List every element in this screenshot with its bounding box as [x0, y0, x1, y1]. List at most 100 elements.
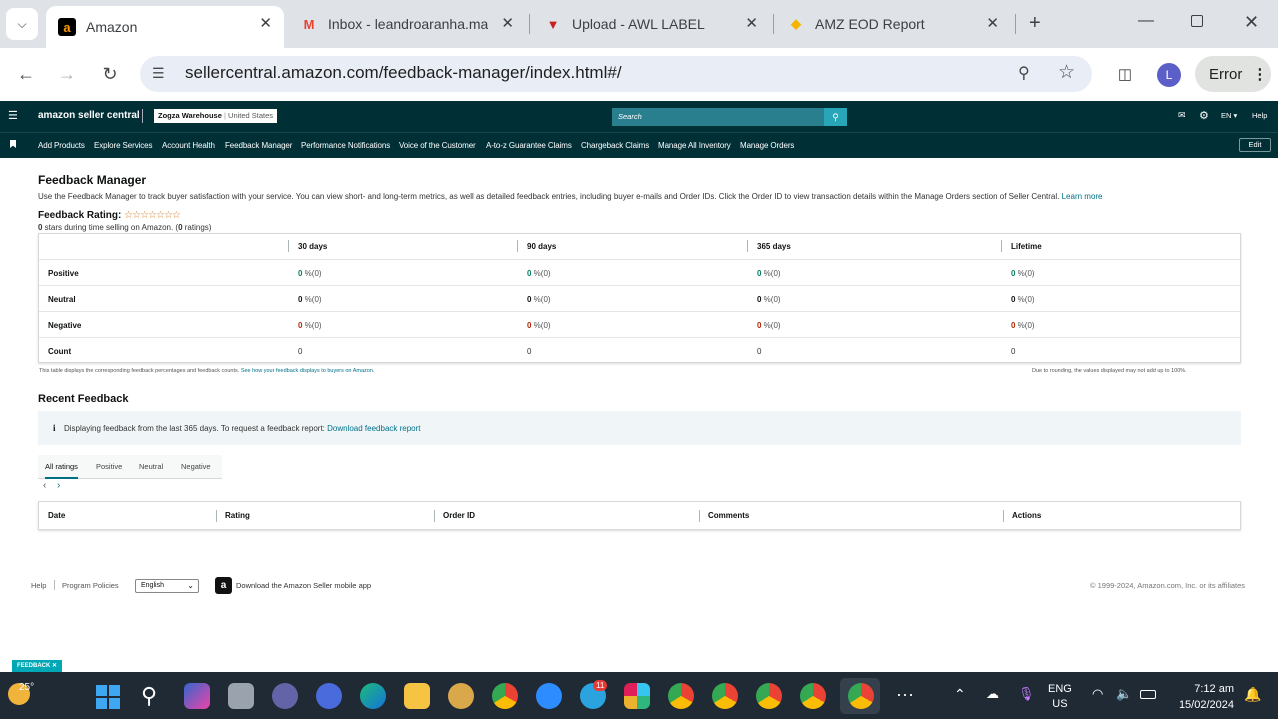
chrome-profile-icon[interactable]	[800, 683, 826, 709]
tab-title: AMZ EOD Report	[815, 16, 925, 32]
prev-page-icon[interactable]: ‹	[43, 480, 46, 491]
app-icon[interactable]	[448, 683, 474, 709]
learn-more-link[interactable]: Learn more	[1062, 192, 1103, 201]
program-policies-link[interactable]: Program Policies	[62, 581, 119, 590]
notification-bell-icon[interactable]: 🔔	[1244, 686, 1261, 703]
bookmark-star-icon[interactable]: ☆	[1058, 61, 1075, 84]
cloud-off-icon[interactable]: ☁	[986, 686, 999, 702]
language-select[interactable]: English ⌄	[135, 579, 199, 593]
nav-a-to-z-claims[interactable]: A-to-z Guarantee Claims	[486, 141, 572, 150]
avatar[interactable]: L	[1157, 63, 1181, 87]
next-page-icon[interactable]: ›	[57, 480, 60, 491]
clock[interactable]: 7:12 am 15/02/2024	[1170, 681, 1234, 713]
chrome-profile-icon[interactable]	[756, 683, 782, 709]
chrome-active-icon[interactable]	[848, 683, 874, 709]
start-icon[interactable]	[96, 685, 120, 709]
close-tab-icon[interactable]: ✕	[745, 14, 758, 32]
feedback-badge[interactable]: FEEDBACK ✕	[12, 660, 63, 672]
zoom-icon[interactable]: ⚲	[1018, 63, 1030, 83]
error-button[interactable]: Error ⋮	[1195, 56, 1271, 92]
chrome-icon[interactable]	[492, 683, 518, 709]
nav-add-products[interactable]: Add Products	[38, 141, 85, 150]
tab-gmail[interactable]: M Inbox - leandroaranha.ma ✕	[300, 0, 516, 48]
close-window-icon[interactable]: ✕	[1244, 12, 1259, 33]
page-footer: Help Program Policies English ⌄ a Downlo…	[0, 574, 1278, 598]
nav-account-health[interactable]: Account Health	[162, 141, 215, 150]
search-icon[interactable]: ⚲	[141, 683, 157, 709]
search-button[interactable]: ⚲	[824, 108, 847, 126]
cell-unit: %(0)	[302, 321, 322, 330]
download-report-link[interactable]: Download feedback report	[327, 424, 420, 433]
slack-icon[interactable]	[624, 683, 650, 709]
site-settings-icon[interactable]: ◫	[1111, 60, 1139, 88]
menu-icon[interactable]: ☰	[8, 109, 18, 122]
close-tab-icon[interactable]: ✕	[986, 14, 999, 32]
footer-help-link[interactable]: Help	[31, 581, 46, 590]
close-tab-icon[interactable]: ✕	[259, 14, 272, 32]
cell-unit: %(0)	[302, 295, 322, 304]
restore-icon[interactable]	[1191, 15, 1203, 27]
battery-icon[interactable]	[1140, 690, 1156, 699]
minimize-icon[interactable]: —	[1138, 12, 1154, 30]
url-text: sellercentral.amazon.com/feedback-manage…	[185, 63, 622, 82]
tab-all-ratings[interactable]: All ratings	[45, 462, 78, 479]
input-language[interactable]: ENG US	[1048, 682, 1072, 712]
tab-title: Amazon	[86, 19, 138, 35]
download-app-link[interactable]: Download the Amazon Seller mobile app	[236, 581, 371, 590]
chrome-profile-icon[interactable]	[668, 683, 694, 709]
nav-performance-notifications[interactable]: Performance Notifications	[301, 141, 390, 150]
nav-voice-of-customer[interactable]: Voice of the Customer	[399, 141, 476, 150]
zoom-icon[interactable]	[536, 683, 562, 709]
page-description: Use the Feedback Manager to track buyer …	[38, 192, 1238, 201]
file-explorer-icon[interactable]	[404, 683, 430, 709]
nav-manage-inventory[interactable]: Manage All Inventory	[658, 141, 731, 150]
clock-date: 15/02/2024	[1178, 699, 1234, 711]
tab-awl-label[interactable]: ▼ Upload - AWL LABEL ✕	[544, 0, 760, 48]
tab-positive[interactable]: Positive	[96, 462, 122, 471]
info-text: Displaying feedback from the last 365 da…	[64, 424, 325, 433]
close-tab-icon[interactable]: ✕	[501, 14, 514, 32]
back-icon[interactable]: ←	[12, 60, 40, 88]
table-note-text: This table displays the corresponding fe…	[39, 368, 240, 374]
buyer-display-link[interactable]: See how your feedback displays to buyers…	[241, 368, 375, 374]
chat-icon[interactable]	[316, 683, 342, 709]
edit-nav-button[interactable]: Edit	[1239, 138, 1271, 152]
table-cell: 0	[757, 347, 761, 356]
tab-amazon[interactable]: a Amazon ✕	[46, 6, 284, 48]
wifi-icon[interactable]: ◠	[1092, 686, 1103, 702]
account-switcher[interactable]: Zogza Warehouse | United States	[154, 109, 278, 123]
close-icon[interactable]: ✕	[52, 663, 57, 669]
tab-amz-eod[interactable]: ◆ AMZ EOD Report ✕	[787, 0, 1001, 48]
search-input[interactable]: Search	[612, 108, 824, 126]
table-cell: 0 %(0)	[1011, 269, 1035, 278]
gear-icon[interactable]: ⚙	[1199, 109, 1209, 122]
cell-value: 0	[757, 347, 762, 356]
language-selector[interactable]: EN ▾	[1221, 111, 1237, 120]
reload-icon[interactable]: ↻	[96, 60, 124, 88]
edge-icon[interactable]	[360, 683, 386, 709]
nav-chargeback-claims[interactable]: Chargeback Claims	[581, 141, 649, 150]
chevron-up-icon[interactable]: ⌃	[954, 686, 966, 703]
teams-meet-icon[interactable]	[272, 683, 298, 709]
nav-manage-orders[interactable]: Manage Orders	[740, 141, 794, 150]
volume-icon[interactable]: 🔈	[1116, 686, 1132, 702]
task-view-icon[interactable]	[228, 683, 254, 709]
microphone-icon[interactable]: 🎙	[1018, 686, 1035, 702]
help-link[interactable]: Help	[1252, 111, 1267, 120]
mail-icon[interactable]: ✉	[1178, 110, 1186, 121]
tune-icon[interactable]: ☰	[152, 65, 165, 82]
new-tab-icon[interactable]: +	[1029, 12, 1041, 35]
tab-negative[interactable]: Negative	[181, 462, 211, 471]
more-apps-icon[interactable]: ···	[896, 684, 914, 705]
feedback-rating: Feedback Rating: ☆☆☆☆☆☆☆	[38, 210, 181, 221]
copilot-icon[interactable]	[184, 683, 210, 709]
seller-central-logo[interactable]: amazon seller central	[38, 110, 140, 121]
forward-icon[interactable]: →	[53, 60, 81, 88]
tab-search-button[interactable]: ⌵	[6, 8, 38, 40]
bookmark-icon[interactable]	[10, 140, 16, 148]
tab-neutral[interactable]: Neutral	[139, 462, 163, 471]
row-label: Neutral	[48, 295, 76, 304]
nav-explore-services[interactable]: Explore Services	[94, 141, 153, 150]
nav-feedback-manager[interactable]: Feedback Manager	[225, 141, 292, 150]
chrome-profile-icon[interactable]	[712, 683, 738, 709]
